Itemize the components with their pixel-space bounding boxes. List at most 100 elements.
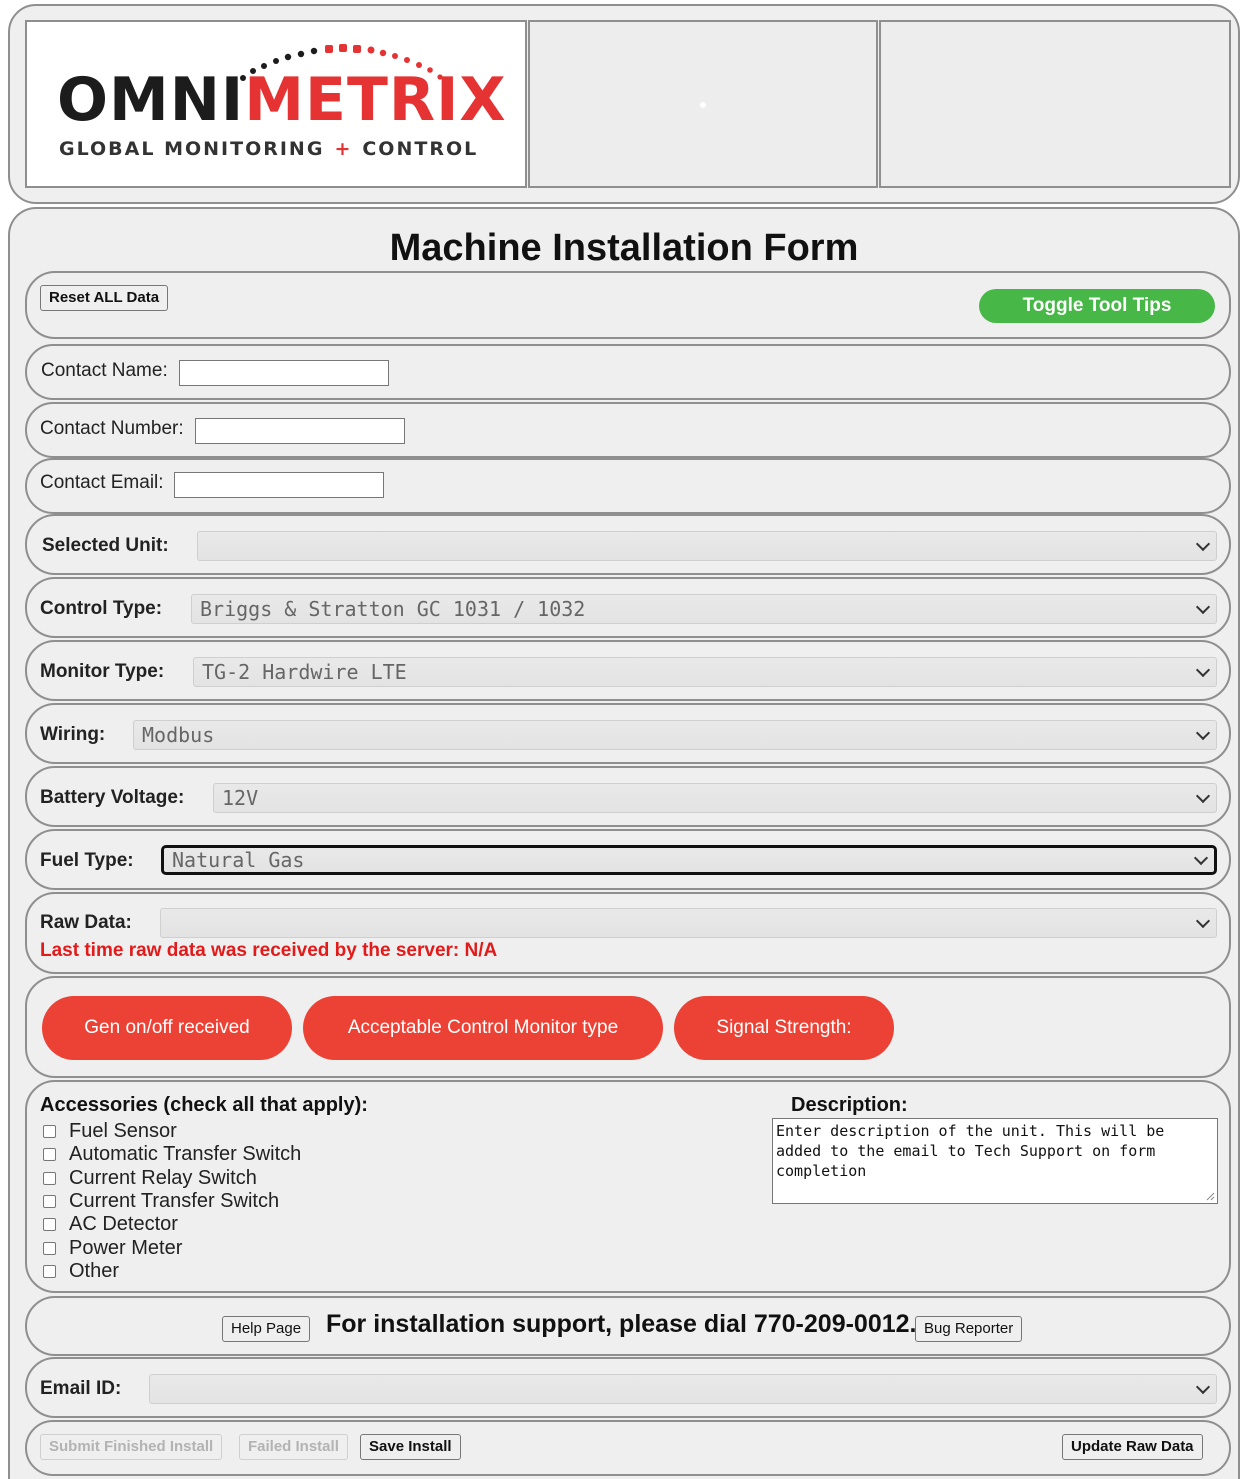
checkbox[interactable] (43, 1171, 56, 1185)
logo-tagline-plus: + (334, 138, 353, 160)
resize-handle-icon[interactable] (1205, 1191, 1215, 1201)
checkbox[interactable] (43, 1148, 56, 1162)
fuel-type-select[interactable]: Natural Gas (161, 845, 1217, 875)
raw-data-select[interactable] (160, 908, 1217, 938)
installation-form: Machine Installation Form Reset ALL Data… (8, 207, 1240, 1479)
selected-unit-row: Selected Unit: (25, 514, 1231, 575)
accessory-current-relay-switch[interactable]: Current Relay Switch (43, 1167, 301, 1190)
accessory-other[interactable]: Other (43, 1260, 301, 1283)
chevron-down-icon (1195, 788, 1211, 804)
chevron-down-icon (1195, 599, 1211, 615)
accessories-row: Accessories (check all that apply): Fuel… (25, 1080, 1231, 1293)
battery-voltage-label: Battery Voltage: (40, 787, 185, 808)
control-type-select[interactable]: Briggs & Stratton GC 1031 / 1032 (191, 594, 1217, 624)
omnimetrix-logo: OMNIMETRIX GLOBAL MONITORING + CONTROL (25, 20, 527, 188)
accessory-label: Current Relay Switch (69, 1166, 257, 1189)
accessories-list: Fuel Sensor Automatic Transfer Switch Cu… (43, 1120, 301, 1283)
monitor-type-select[interactable]: TG-2 Hardwire LTE (193, 657, 1217, 687)
wiring-select[interactable]: Modbus (133, 720, 1217, 750)
logo-word-dark: OMNI (57, 65, 245, 135)
email-id-row: Email ID: (25, 1357, 1231, 1418)
accessory-label: Fuel Sensor (69, 1120, 177, 1143)
contact-number-label: Contact Number: (40, 418, 184, 439)
toggle-tool-tips-button[interactable]: Toggle Tool Tips (979, 289, 1215, 323)
logo-tagline-left: GLOBAL MONITORING (59, 138, 325, 160)
logo-tagline: GLOBAL MONITORING + CONTROL (59, 138, 478, 160)
checkbox[interactable] (43, 1264, 56, 1278)
accessory-power-meter[interactable]: Power Meter (43, 1236, 301, 1259)
help-page-button[interactable]: Help Page (222, 1316, 311, 1342)
contact-email-input[interactable] (174, 472, 384, 498)
selected-unit-label: Selected Unit: (42, 535, 169, 556)
chevron-down-icon (1195, 662, 1211, 678)
raw-data-label: Raw Data: (40, 912, 132, 933)
footer-actions-row: Submit Finished Install Failed Install S… (25, 1420, 1231, 1476)
header-panel-right (879, 20, 1231, 188)
fuel-type-value: Natural Gas (172, 848, 305, 872)
battery-voltage-row: Battery Voltage: 12V (25, 766, 1231, 827)
control-type-label: Control Type: (40, 598, 163, 619)
contact-name-label: Contact Name: (41, 360, 168, 381)
page-header: OMNIMETRIX GLOBAL MONITORING + CONTROL (8, 4, 1240, 204)
accessory-label: Power Meter (69, 1236, 183, 1259)
top-actions-row: Reset ALL Data Toggle Tool Tips (25, 271, 1231, 339)
accessory-label: Current Transfer Switch (69, 1190, 280, 1213)
save-install-button[interactable]: Save Install (360, 1434, 461, 1460)
signal-strength-status: Signal Strength: (674, 996, 894, 1060)
wiring-row: Wiring: Modbus (25, 703, 1231, 764)
battery-voltage-value: 12V (222, 786, 259, 810)
checkbox[interactable] (43, 1125, 56, 1139)
contact-number-row: Contact Number: (25, 402, 1231, 458)
raw-data-last-received: Last time raw data was received by the s… (40, 940, 498, 961)
submit-finished-install-button[interactable]: Submit Finished Install (40, 1434, 223, 1460)
battery-voltage-select[interactable]: 12V (213, 783, 1217, 813)
chevron-down-icon (1195, 536, 1211, 552)
email-id-select[interactable] (149, 1374, 1217, 1404)
wiring-value: Modbus (142, 723, 215, 747)
accessory-label: Automatic Transfer Switch (69, 1143, 302, 1166)
accessory-label: AC Detector (69, 1213, 178, 1236)
accessory-ac-detector[interactable]: AC Detector (43, 1213, 301, 1236)
contact-email-label: Contact Email: (40, 472, 164, 493)
accessory-current-transfer-switch[interactable]: Current Transfer Switch (43, 1190, 301, 1213)
failed-install-button[interactable]: Failed Install (239, 1434, 348, 1460)
accessory-automatic-transfer-switch[interactable]: Automatic Transfer Switch (43, 1143, 301, 1166)
wiring-label: Wiring: (40, 724, 106, 745)
description-textarea[interactable]: Enter description of the unit. This will… (772, 1118, 1218, 1204)
monitor-type-value: TG-2 Hardwire LTE (202, 660, 407, 684)
update-raw-data-button[interactable]: Update Raw Data (1062, 1434, 1203, 1460)
status-indicators-row: Gen on/off received Acceptable Control M… (25, 976, 1231, 1078)
checkbox[interactable] (43, 1241, 56, 1255)
control-type-value: Briggs & Stratton GC 1031 / 1032 (200, 597, 586, 621)
chevron-down-icon (1195, 725, 1211, 741)
description-title: Description: (791, 1094, 908, 1116)
chevron-down-icon (1195, 913, 1211, 929)
control-monitor-status: Acceptable Control Monitor type (303, 996, 663, 1060)
monitor-type-label: Monitor Type: (40, 661, 165, 682)
logo-tagline-right: CONTROL (362, 138, 479, 160)
chevron-down-icon (1193, 850, 1209, 866)
logo-word-red: METRIX (244, 65, 507, 135)
fuel-type-label: Fuel Type: (40, 850, 134, 871)
checkbox[interactable] (43, 1195, 56, 1209)
raw-data-row: Raw Data: Last time raw data was receive… (25, 892, 1231, 974)
contact-email-row: Contact Email: (25, 458, 1231, 514)
bug-reporter-button[interactable]: Bug Reporter (915, 1316, 1023, 1342)
contact-name-row: Contact Name: (25, 344, 1231, 400)
chevron-down-icon (1195, 1379, 1211, 1395)
gen-onoff-status: Gen on/off received (42, 996, 292, 1060)
checkbox[interactable] (43, 1218, 56, 1232)
accessories-title: Accessories (check all that apply): (40, 1094, 368, 1116)
email-id-label: Email ID: (40, 1378, 122, 1399)
header-panel-middle (528, 20, 878, 188)
support-phone-text: For installation support, please dial 77… (326, 1310, 917, 1338)
selected-unit-select[interactable] (197, 531, 1217, 561)
page-title: Machine Installation Form (389, 227, 859, 269)
fuel-type-row: Fuel Type: Natural Gas (25, 829, 1231, 890)
reset-all-data-button[interactable]: Reset ALL Data (40, 285, 169, 311)
header-dot (700, 102, 706, 108)
monitor-type-row: Monitor Type: TG-2 Hardwire LTE (25, 640, 1231, 701)
contact-number-input[interactable] (195, 418, 405, 444)
contact-name-input[interactable] (179, 360, 389, 386)
accessory-fuel-sensor[interactable]: Fuel Sensor (43, 1120, 301, 1143)
